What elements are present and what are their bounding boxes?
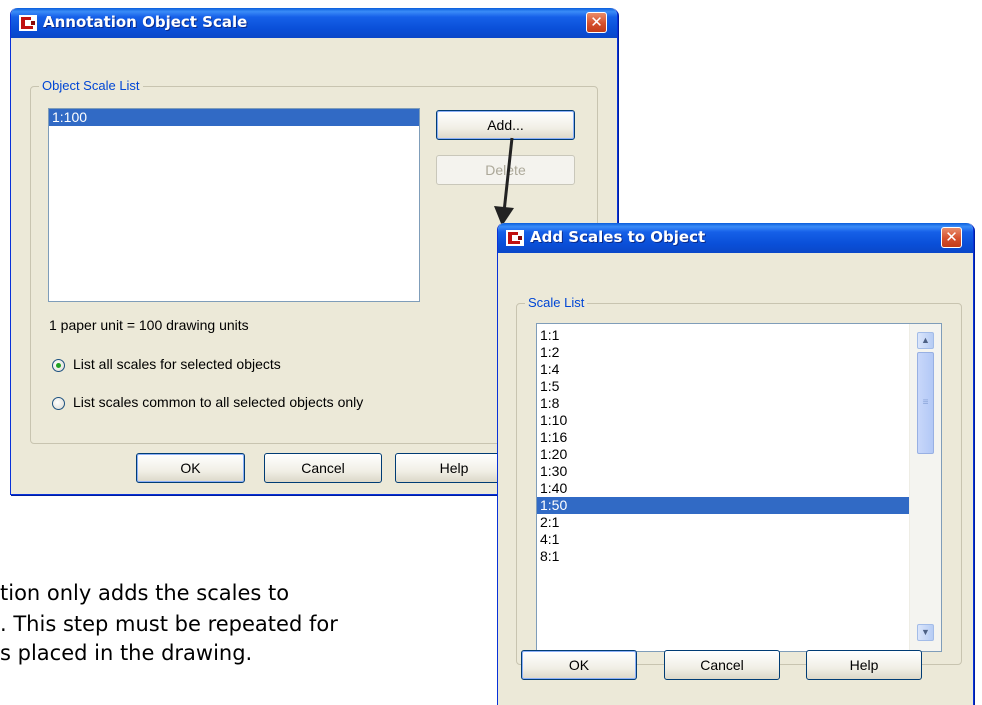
list-item[interactable]: 1:5	[537, 378, 910, 395]
chevron-up-icon: ▲	[921, 335, 930, 345]
list-item[interactable]: 1:8	[537, 395, 910, 412]
list-item[interactable]: 1:30	[537, 463, 910, 480]
dialog-title: Add Scales to Object	[530, 228, 706, 246]
close-icon: ✕	[945, 228, 958, 246]
title-bar[interactable]: Annotation Object Scale ✕	[11, 8, 617, 38]
close-icon: ✕	[590, 13, 603, 31]
group-label: Scale List	[525, 295, 588, 311]
list-item[interactable]: 1:4	[537, 361, 910, 378]
ok-button[interactable]: OK	[136, 453, 245, 483]
radio-list-common-label[interactable]: List scales common to all selected objec…	[73, 394, 363, 410]
list-item[interactable]: 2:1	[537, 514, 910, 531]
radio-list-all-label[interactable]: List all scales for selected objects	[73, 356, 281, 372]
close-button[interactable]: ✕	[586, 12, 607, 33]
caption-line-3: s placed in the drawing.	[0, 641, 253, 665]
list-item[interactable]: 8:1	[537, 548, 910, 565]
add-scales-dialog: Add Scales to Object ✕ Scale List 1:1 1:…	[497, 223, 974, 705]
caption-line-1: tion only adds the scales to	[0, 581, 290, 605]
vertical-scrollbar[interactable]: ▲ ≡ ▼	[909, 324, 941, 651]
cancel-button[interactable]: Cancel	[264, 453, 382, 483]
close-button[interactable]: ✕	[941, 227, 962, 248]
list-item[interactable]: 1:16	[537, 429, 910, 446]
caption-line-2: . This step must be repeated for	[0, 612, 338, 636]
list-item[interactable]: 1:10	[537, 412, 910, 429]
list-item[interactable]: 1:2	[537, 344, 910, 361]
scroll-down-button[interactable]: ▼	[917, 624, 934, 641]
cancel-button[interactable]: Cancel	[664, 650, 780, 680]
scale-listbox[interactable]: 1:1 1:2 1:4 1:5 1:8 1:10 1:16 1:20 1:30 …	[536, 323, 942, 652]
object-scale-listbox[interactable]: 1:100	[48, 108, 420, 302]
paper-unit-info: 1 paper unit = 100 drawing units	[49, 317, 249, 333]
scale-list-items: 1:1 1:2 1:4 1:5 1:8 1:10 1:16 1:20 1:30 …	[537, 327, 910, 565]
help-button[interactable]: Help	[806, 650, 922, 680]
scroll-thumb[interactable]: ≡	[917, 352, 934, 454]
list-item[interactable]: 1:20	[537, 446, 910, 463]
list-item-selected[interactable]: 1:50	[537, 497, 910, 514]
help-button[interactable]: Help	[395, 453, 513, 483]
list-item[interactable]: 4:1	[537, 531, 910, 548]
group-label: Object Scale List	[39, 78, 143, 94]
list-item[interactable]: 1:1	[537, 327, 910, 344]
ok-button[interactable]: OK	[521, 650, 637, 680]
dialog-title: Annotation Object Scale	[43, 13, 248, 31]
title-bar[interactable]: Add Scales to Object ✕	[498, 223, 973, 253]
grip-icon: ≡	[922, 397, 929, 408]
autocad-logo-icon	[506, 230, 524, 246]
autocad-logo-icon	[19, 15, 37, 31]
chevron-down-icon: ▼	[921, 627, 930, 637]
pointer-arrow-icon	[494, 137, 514, 226]
radio-list-common[interactable]	[52, 397, 65, 410]
radio-list-all[interactable]	[52, 359, 65, 372]
scroll-up-button[interactable]: ▲	[917, 332, 934, 349]
list-item[interactable]: 1:40	[537, 480, 910, 497]
list-item[interactable]: 1:100	[49, 109, 419, 126]
